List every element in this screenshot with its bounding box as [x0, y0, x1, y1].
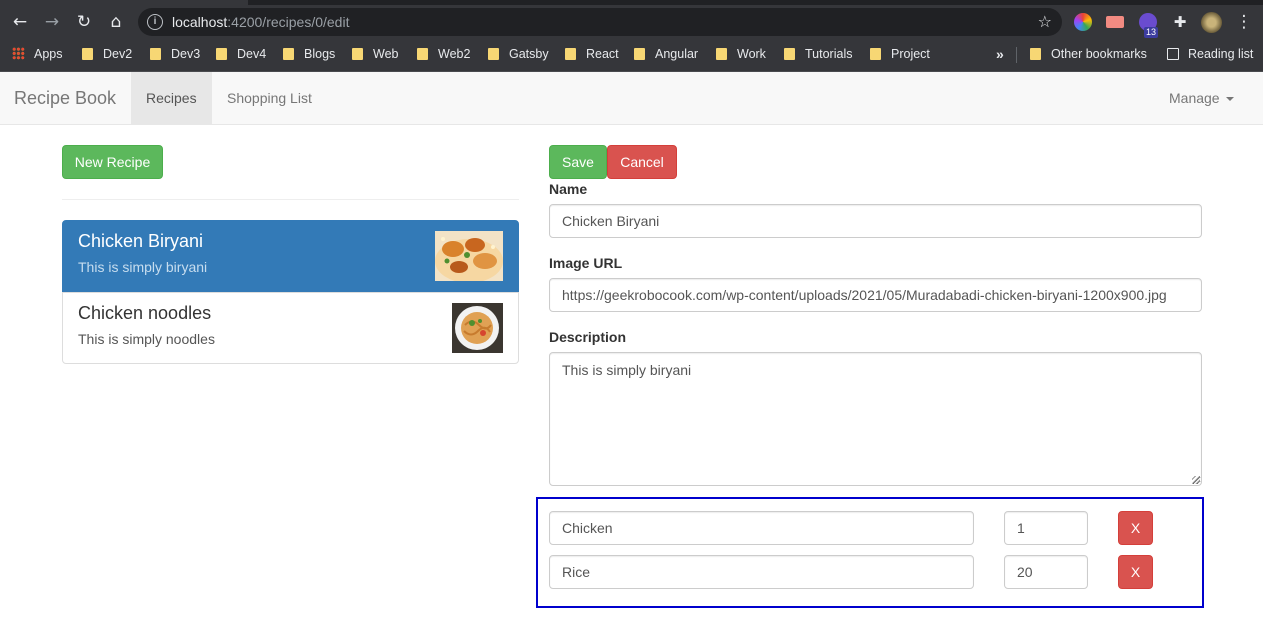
delete-ingredient-button[interactable]: X — [1118, 511, 1153, 545]
bookmark-web[interactable]: Web — [352, 39, 398, 71]
bookmark-angular[interactable]: Angular — [634, 39, 698, 71]
bookmark-dev2[interactable]: Dev2 — [82, 39, 132, 71]
bookmarks-overflow-button[interactable]: » — [996, 39, 1004, 71]
folder-icon — [784, 48, 795, 60]
bookmark-other[interactable]: Other bookmarks — [1030, 39, 1147, 71]
bookmarks-separator — [1016, 47, 1017, 63]
recipe-item-chicken-biryani[interactable]: Chicken Biryani This is simply biryani — [62, 220, 519, 292]
folder-icon — [216, 48, 227, 60]
name-input[interactable] — [549, 204, 1202, 238]
folder-icon — [870, 48, 881, 60]
reading-list-button[interactable]: Reading list — [1167, 39, 1253, 71]
manage-label: Manage — [1169, 90, 1220, 106]
ingredient-name-input[interactable] — [549, 555, 974, 589]
new-recipe-button[interactable]: New Recipe — [62, 145, 163, 179]
ingredient-name-input[interactable] — [549, 511, 974, 545]
video-extension-icon[interactable] — [1106, 16, 1124, 28]
url-path: :4200/recipes/0/edit — [227, 14, 350, 30]
description-label: Description — [549, 329, 627, 345]
cancel-button[interactable]: Cancel — [607, 145, 677, 179]
bookmarks-bar: Apps Dev2 Dev3 Dev4 Blogs Web Web2 Gatsb… — [0, 39, 1263, 72]
save-button[interactable]: Save — [549, 145, 607, 179]
home-icon[interactable]: ⌂ — [102, 5, 130, 39]
folder-icon — [417, 48, 428, 60]
recipe-description: This is simply noodles — [78, 331, 215, 347]
bookmark-dev4[interactable]: Dev4 — [216, 39, 266, 71]
bookmark-web2[interactable]: Web2 — [417, 39, 470, 71]
browser-toolbar: ← → ↻ ⌂ i localhost:4200/recipes/0/edit … — [0, 5, 1263, 39]
folder-icon — [150, 48, 161, 60]
manage-dropdown[interactable]: Manage — [1154, 72, 1249, 125]
recipe-description: This is simply biryani — [78, 259, 208, 275]
folder-icon — [634, 48, 645, 60]
ingredient-amount-input[interactable] — [1004, 511, 1088, 545]
folder-icon — [565, 48, 576, 60]
reload-icon[interactable]: ↻ — [70, 5, 98, 39]
name-label: Name — [549, 181, 588, 197]
image-url-label: Image URL — [549, 255, 623, 271]
image-url-input[interactable] — [549, 278, 1202, 312]
recipe-thumbnail — [435, 231, 503, 281]
bookmark-apps[interactable]: Apps — [12, 39, 63, 71]
divider — [62, 199, 519, 200]
recipe-name: Chicken Biryani — [78, 231, 204, 251]
bookmark-star-icon[interactable]: ☆ — [1038, 8, 1052, 36]
extensions-puzzle-icon[interactable]: ✚ — [1166, 5, 1194, 39]
url-text: localhost:4200/recipes/0/edit — [172, 8, 349, 36]
url-host: localhost — [172, 14, 228, 30]
bookmark-project[interactable]: Project — [870, 39, 930, 71]
bookmark-dev3[interactable]: Dev3 — [150, 39, 200, 71]
browser-menu-icon[interactable]: ⋮ — [1230, 5, 1258, 39]
folder-icon — [488, 48, 499, 60]
bookmark-blogs[interactable]: Blogs — [283, 39, 335, 71]
description-textarea[interactable]: This is simply biryani — [549, 352, 1202, 486]
bookmark-react[interactable]: React — [565, 39, 619, 71]
forward-icon[interactable]: → — [38, 5, 66, 39]
nav-shopping-list[interactable]: Shopping List — [212, 72, 327, 125]
color-picker-extension-icon[interactable] — [1074, 13, 1092, 31]
bookmark-tutorials[interactable]: Tutorials — [784, 39, 852, 71]
textarea-resize-handle[interactable] — [1192, 476, 1200, 484]
reading-list-icon — [1167, 48, 1179, 60]
folder-icon — [716, 48, 727, 60]
profile-avatar[interactable] — [1201, 12, 1222, 33]
recipe-item-chicken-noodles[interactable]: Chicken noodles This is simply noodles — [62, 292, 519, 364]
caret-down-icon — [1225, 97, 1234, 101]
back-icon[interactable]: ← — [6, 5, 34, 39]
recipe-thumbnail — [452, 303, 503, 353]
app-navbar: Recipe Book Recipes Shopping List Manage — [0, 72, 1263, 125]
apps-grid-icon — [12, 47, 25, 60]
folder-icon — [82, 48, 93, 60]
extension-badge: 13 — [1144, 27, 1159, 38]
site-info-icon[interactable]: i — [147, 14, 163, 30]
address-bar[interactable]: i localhost:4200/recipes/0/edit ☆ — [138, 8, 1062, 36]
delete-ingredient-button[interactable]: X — [1118, 555, 1153, 589]
folder-icon — [352, 48, 363, 60]
folder-icon — [283, 48, 294, 60]
folder-icon — [1030, 48, 1041, 60]
brand-link[interactable]: Recipe Book — [14, 72, 116, 125]
bookmark-gatsby[interactable]: Gatsby — [488, 39, 549, 71]
nav-recipes[interactable]: Recipes — [131, 72, 212, 125]
bookmark-work[interactable]: Work — [716, 39, 766, 71]
ingredient-amount-input[interactable] — [1004, 555, 1088, 589]
recipe-name: Chicken noodles — [78, 303, 212, 323]
